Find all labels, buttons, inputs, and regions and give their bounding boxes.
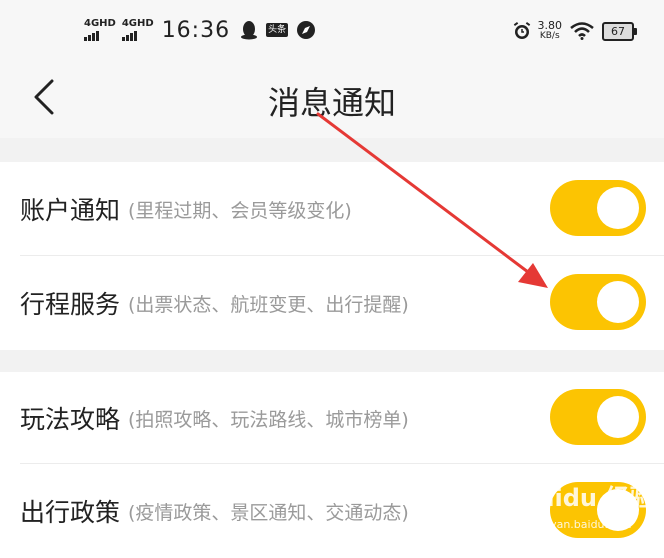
status-bar-left: 4GHD 4GHD 16:36 头条 xyxy=(84,14,324,46)
setting-description: (里程过期、会员等级变化) xyxy=(128,199,352,222)
setting-row-travel-policy: 出行政策 (疫情政策、景区通知、交通动态) xyxy=(0,464,664,549)
compass-app-icon xyxy=(296,20,316,40)
battery-indicator: 67 xyxy=(602,21,637,41)
page-title: 消息通知 xyxy=(267,84,396,122)
setting-title: 出行政策 xyxy=(20,498,121,527)
setting-title: 行程服务 xyxy=(20,290,121,319)
clock: 16:36 xyxy=(161,17,231,43)
toggle-switch-travel-guides[interactable] xyxy=(550,389,646,445)
wifi-icon xyxy=(570,22,594,40)
setting-description: (疫情政策、景区通知、交通动态) xyxy=(128,501,409,524)
network-speed-unit: KB/s xyxy=(539,31,560,41)
setting-row-travel-guides: 玩法攻略 (拍照攻略、玩法路线、城市榜单) xyxy=(0,372,664,464)
setting-row-trip-service: 行程服务 (出票状态、航班变更、出行提醒) xyxy=(0,256,664,350)
toutiao-icon: 头条 xyxy=(266,23,289,37)
qq-penguin-icon xyxy=(240,20,258,40)
toggle-knob xyxy=(597,489,639,531)
section-gap xyxy=(0,138,664,162)
setting-description: (拍照攻略、玩法路线、城市榜单) xyxy=(128,408,409,431)
toggle-knob xyxy=(597,281,639,323)
setting-title: 玩法攻略 xyxy=(20,405,121,434)
signal-indicator-1: 4GHD xyxy=(84,19,116,41)
setting-description: (出票状态、航班变更、出行提醒) xyxy=(128,293,409,316)
signal-label: 4GHD xyxy=(84,18,116,29)
setting-title: 账户通知 xyxy=(20,196,121,225)
section-gap xyxy=(0,350,664,372)
network-speed-value: 3.80 xyxy=(537,19,563,32)
signal-label: 4GHD xyxy=(121,18,154,29)
signal-bars-icon xyxy=(121,30,138,41)
signal-indicator-2: 4GHD xyxy=(121,18,154,41)
toggle-switch-trip-service[interactable] xyxy=(550,274,646,330)
toggle-switch-travel-policy[interactable] xyxy=(550,482,646,538)
nav-bar: 消息通知 xyxy=(0,60,664,138)
network-speed: 3.80 KB/s xyxy=(537,19,563,41)
status-bar-right: 3.80 KB/s 67 xyxy=(512,16,637,46)
status-bar: 4GHD 4GHD 16:36 头条 3.80 KB/s 67 xyxy=(0,0,664,60)
setting-row-account: 账户通知 (里程过期、会员等级变化) xyxy=(0,162,664,256)
toggle-switch-account[interactable] xyxy=(550,180,646,236)
alarm-clock-icon xyxy=(512,21,532,41)
toggle-knob xyxy=(597,187,639,229)
signal-bars-icon xyxy=(84,30,100,41)
toggle-knob xyxy=(597,396,639,438)
